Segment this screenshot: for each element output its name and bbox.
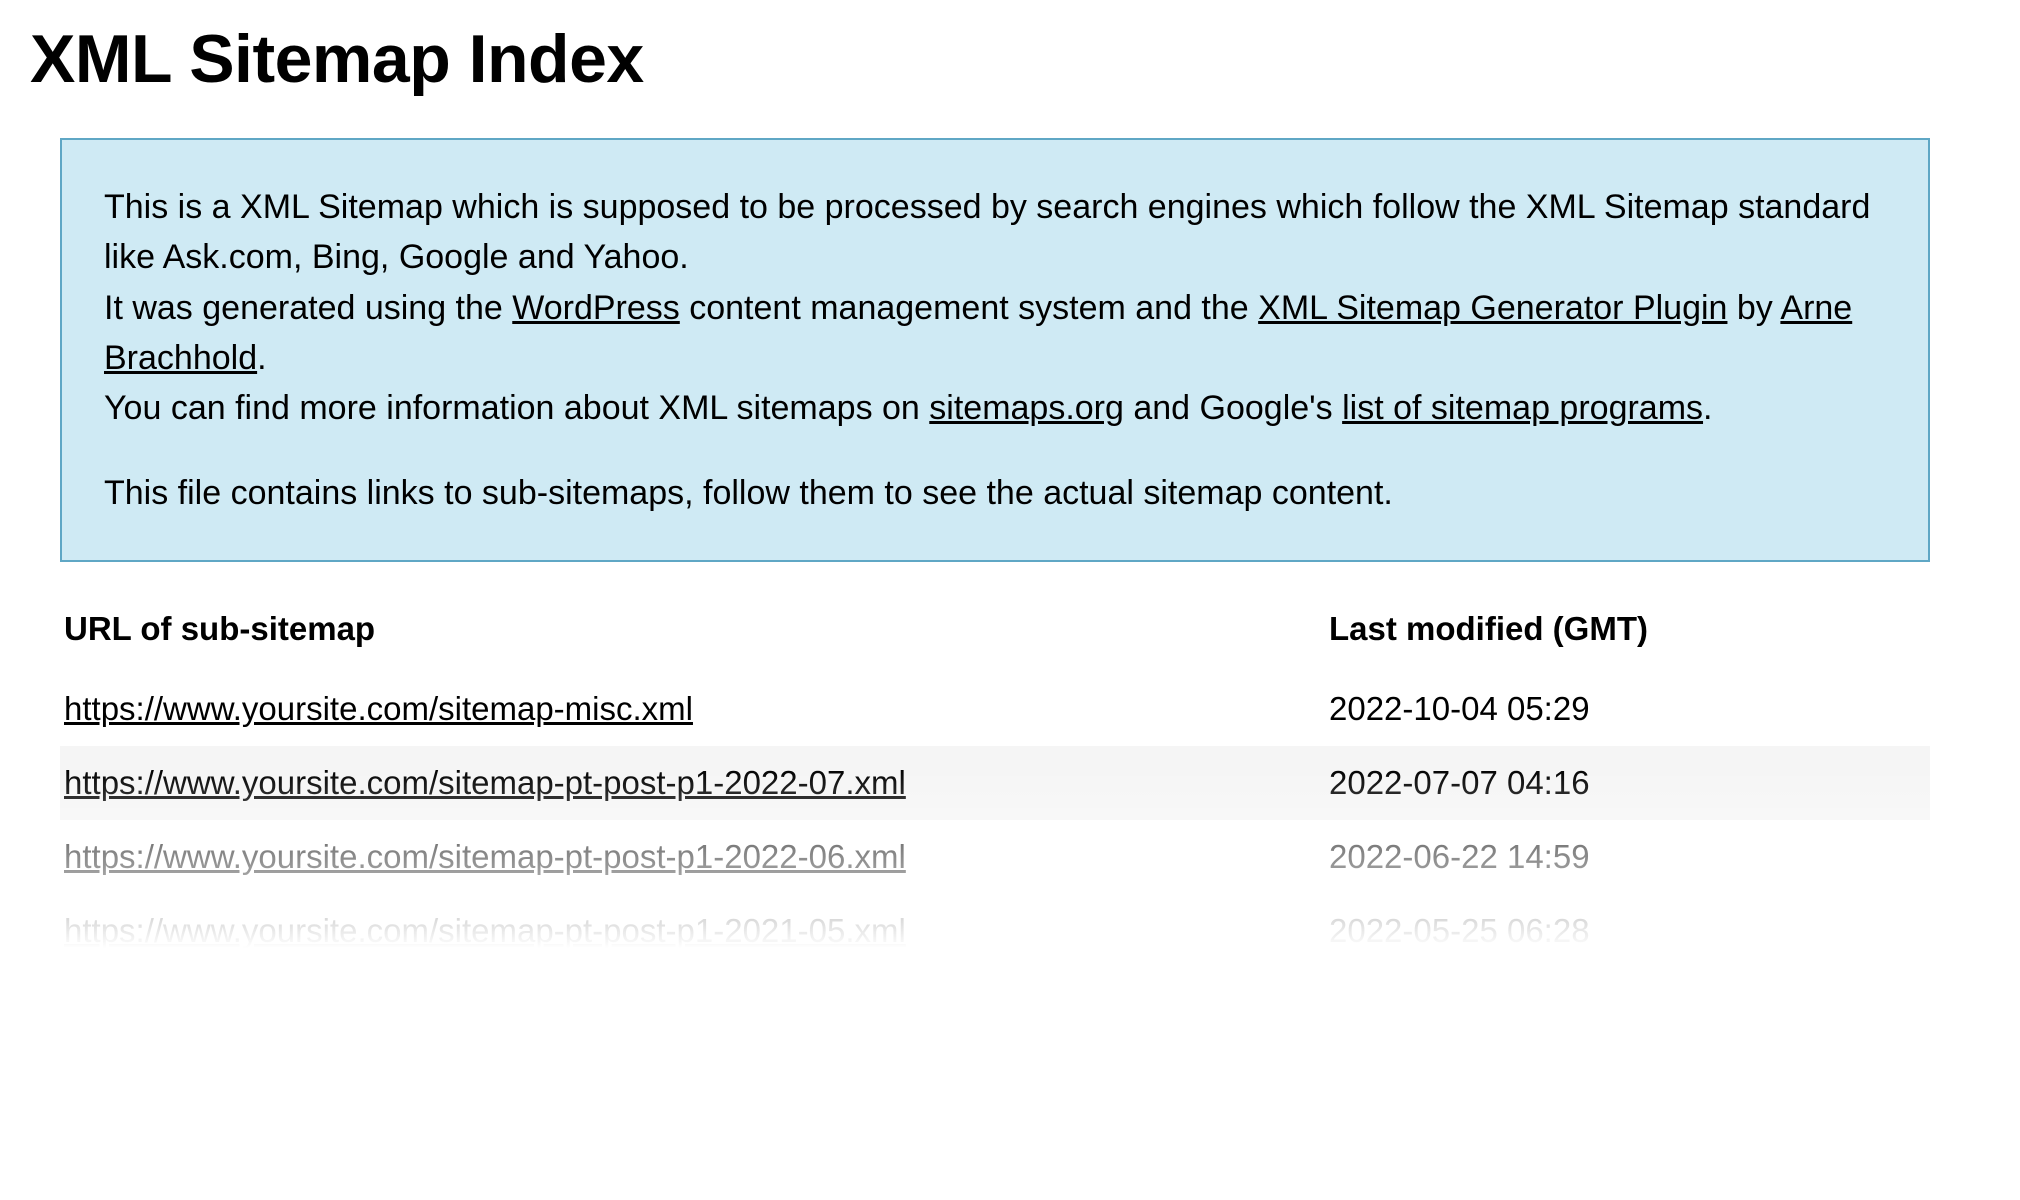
intro-text: Yahoo (583, 238, 679, 276)
table-header-url: URL of sub-sitemap (60, 600, 1325, 672)
intro-text: It was generated using the (104, 289, 512, 327)
intro-text: . (679, 238, 688, 276)
page-title: XML Sitemap Index (30, 20, 1990, 98)
modified-date: 2022-10-04 05:29 (1325, 672, 1930, 746)
modified-date: 2022-07-07 04:16 (1325, 746, 1930, 820)
intro-text: Bing (312, 238, 380, 276)
table-row: https://www.yoursite.com/sitemap-misc.xm… (60, 672, 1930, 746)
intro-text: content management system and the (680, 289, 1258, 327)
sitemaps-org-link[interactable]: sitemaps.org (929, 389, 1124, 427)
intro-text: and (508, 238, 583, 276)
sitemap-link[interactable]: https://www.yoursite.com/sitemap-pt-post… (64, 912, 906, 949)
sitemap-link[interactable]: https://www.yoursite.com/sitemap-misc.xm… (64, 690, 693, 727)
intro-text: . (257, 339, 266, 377)
plugin-link[interactable]: XML Sitemap Generator Plugin (1258, 289, 1727, 327)
modified-date: 2022-06-22 14:59 (1325, 820, 1930, 894)
google-list-link[interactable]: list of sitemap programs (1342, 389, 1703, 427)
table-row: https://www.yoursite.com/sitemap-pt-post… (60, 746, 1930, 820)
intro-text: by (1727, 289, 1780, 327)
intro-paragraph-1: This is a XML Sitemap which is supposed … (104, 182, 1886, 434)
intro-text: Google (399, 238, 509, 276)
intro-text: , (380, 238, 399, 276)
intro-paragraph-2: This file contains links to sub-sitemaps… (104, 468, 1886, 518)
table-row: https://www.yoursite.com/sitemap-pt-post… (60, 894, 1930, 968)
intro-text: You can find more information about XML … (104, 389, 929, 427)
modified-date: 2022-05-25 06:28 (1325, 894, 1930, 968)
wordpress-link[interactable]: WordPress (512, 289, 680, 327)
sitemap-link[interactable]: https://www.yoursite.com/sitemap-pt-post… (64, 764, 906, 801)
intro-text: . (1703, 389, 1712, 427)
intro-text: Ask.com (163, 238, 293, 276)
sitemap-table: URL of sub-sitemap Last modified (GMT) h… (60, 600, 1930, 968)
table-row: https://www.yoursite.com/sitemap-pt-post… (60, 820, 1930, 894)
sitemap-link[interactable]: https://www.yoursite.com/sitemap-pt-post… (64, 838, 906, 875)
intro-text: and Google's (1124, 389, 1342, 427)
intro-text: , (293, 238, 312, 276)
table-header-modified: Last modified (GMT) (1325, 600, 1930, 672)
intro-box: This is a XML Sitemap which is supposed … (60, 138, 1930, 562)
